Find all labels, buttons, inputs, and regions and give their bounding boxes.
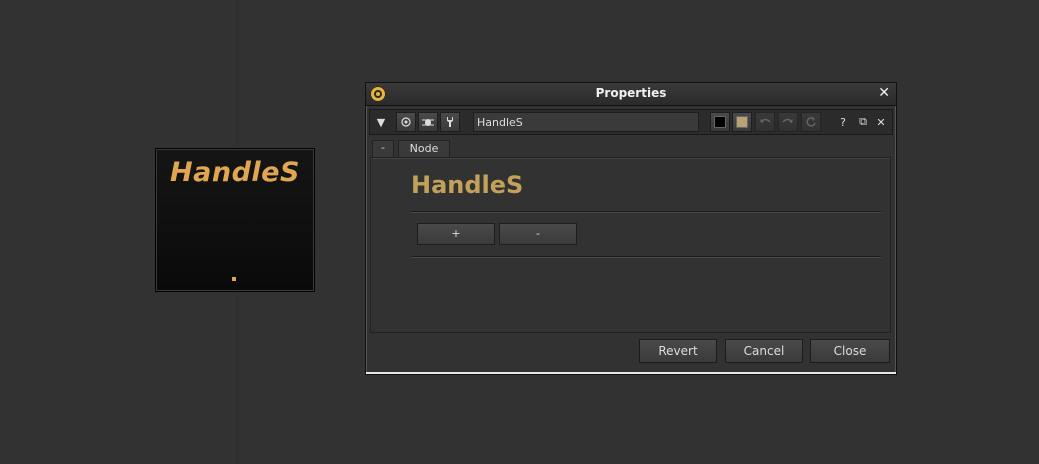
reset-button[interactable] [801, 112, 821, 132]
node-node-button[interactable] [418, 112, 438, 132]
undo-button[interactable] [755, 112, 775, 132]
close-button[interactable]: Close [810, 339, 890, 363]
properties-window: Properties ✕ ▼ ? ⧉ ✕ - N [365, 82, 897, 375]
properties-toolbar: ▼ ? ⧉ ✕ [369, 109, 893, 135]
collapse-triangle-icon[interactable]: ▼ [372, 112, 390, 132]
graph-node-handles[interactable]: HandleS [155, 148, 315, 292]
revert-button[interactable]: Revert [639, 339, 717, 363]
node-output-dot [232, 277, 236, 281]
node-info-button[interactable] [396, 112, 416, 132]
target-icon [401, 117, 411, 127]
float-window-icon[interactable]: ⧉ [854, 112, 872, 132]
tan-swatch-icon [736, 116, 748, 128]
node-tools-button[interactable] [440, 112, 460, 132]
tab-minus[interactable]: - [372, 140, 394, 157]
undo-icon [760, 118, 771, 123]
divider-top [411, 211, 881, 212]
window-close-icon[interactable]: ✕ [878, 85, 890, 101]
divider-bottom [411, 256, 881, 257]
node-name-input[interactable] [473, 112, 699, 132]
window-bottom-edge [366, 372, 896, 374]
cancel-button[interactable]: Cancel [725, 339, 803, 363]
close-panel-icon[interactable]: ✕ [872, 112, 890, 132]
tab-node[interactable]: Node [398, 140, 450, 157]
wrench-icon [447, 117, 453, 127]
reset-icon [806, 117, 816, 127]
window-titlebar[interactable]: Properties ✕ [366, 83, 896, 106]
minus-button[interactable]: - [499, 223, 577, 245]
black-swatch-icon [714, 116, 726, 128]
redo-button[interactable] [778, 112, 798, 132]
plus-button[interactable]: + [417, 223, 495, 245]
node-name-heading: HandleS [411, 171, 524, 199]
node-title: HandleS [170, 157, 300, 188]
window-title: Properties [595, 86, 667, 100]
redo-icon [782, 118, 793, 123]
help-icon[interactable]: ? [834, 112, 852, 132]
node-color-tan-button[interactable] [732, 112, 752, 132]
node-tab-panel: HandleS + - [370, 157, 891, 333]
node-color-black-button[interactable] [710, 112, 730, 132]
bug-icon [422, 119, 434, 126]
